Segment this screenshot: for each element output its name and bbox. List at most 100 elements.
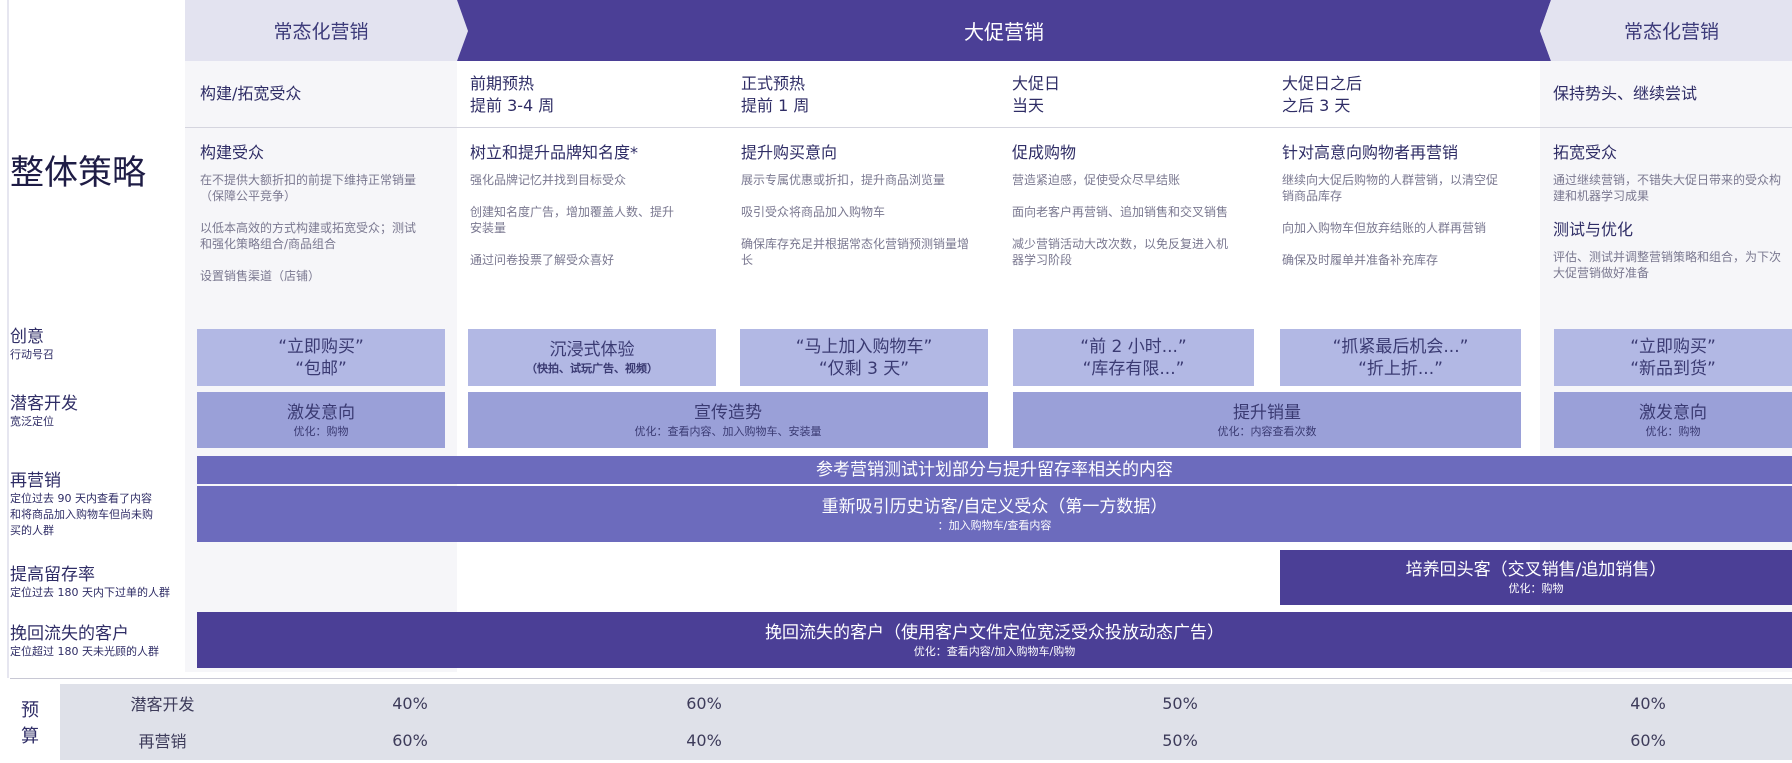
row-label-retention: 提高留存率 定位过去 180 天内下过单的人群	[10, 560, 190, 601]
row-label-retention-sub: 定位过去 180 天内下过单的人群	[10, 586, 170, 599]
strategy-5-item-0: 通过继续营销，不错失大促日带来的受众构建和机器学习成果	[1553, 173, 1782, 203]
creative-box-5-line1: “立即购买”	[1630, 336, 1716, 357]
creative-box-2-line1: “马上加入购物车”	[795, 336, 933, 357]
budget-row2-cell-0: 60%	[392, 730, 428, 750]
phase-2-line1: 正式预热	[741, 74, 806, 93]
phase-4-line2: 之后 3 天	[1282, 96, 1351, 115]
strategy-0: 构建受众 在不提供大额折扣的前提下维持正常销量（保障公平竞争） 以低本高效的方式…	[200, 139, 425, 284]
creative-box-0-line2: “包邮”	[295, 358, 347, 379]
prospecting-box-0-main: 激发意向	[287, 402, 355, 423]
row-label-creative-title: 创意	[10, 327, 44, 347]
row-label-remarketing-sub: 定位过去 90 天内查看了内容和将商品加入购物车但尚未购买的人群	[10, 492, 153, 537]
strategy-0-item-0: 在不提供大额折扣的前提下维持正常销量（保障公平竞争）	[200, 173, 417, 203]
phase-4: 大促日之后 之后 3 天	[1282, 73, 1532, 117]
prospecting-box-2: 提升销量 优化：内容查看次数	[1013, 392, 1521, 448]
budget-row2-cell-1: 40%	[686, 730, 722, 750]
creative-box-1-line2: （快拍、试玩广告、视频）	[526, 362, 658, 375]
phase-0-line1: 构建/拓宽受众	[200, 84, 302, 103]
strategy-2-title: 提升购买意向	[741, 143, 838, 162]
strategy-2-item-2: 确保库存充足并根据常态化营销预测销量增长	[741, 237, 970, 267]
row-label-winback-title: 挽回流失的客户	[10, 624, 129, 644]
strategy-1-item-1: 创建知名度广告，增加覆盖人数、提升安装量	[470, 205, 675, 235]
strategy-2-item-0: 展示专属优惠或折扣，提升商品浏览量	[741, 173, 946, 187]
strategy-3-item-1: 面向老客户再营销、追加销售和交叉销售	[1012, 205, 1229, 219]
phase-2-line2: 提前 1 周	[741, 96, 810, 115]
row-label-prospecting: 潜客开发 宽泛定位	[10, 389, 185, 430]
winback-box-main: 挽回流失的客户（使用客户文件定位宽泛受众投放动态广告）	[765, 622, 1224, 643]
creative-box-4-line1: “抓紧最后机会...”	[1332, 336, 1469, 357]
phase-divider	[185, 127, 1792, 128]
winback-box-sub: 优化：查看内容/加入购物车/购物	[913, 644, 1076, 658]
prospecting-box-3-main: 激发意向	[1639, 402, 1707, 423]
strategy-4-title: 针对高意向购物者再营销	[1282, 143, 1459, 162]
strategy-1-title: 树立和提升品牌知名度*	[470, 143, 639, 162]
remarketing-box-top-text: 参考营销测试计划部分与提升留存率相关的内容	[816, 460, 1173, 480]
remarketing-box-main: 重新吸引历史访客/自定义受众（第一方数据） ：加入购物车/查看内容	[197, 486, 1792, 542]
creative-box-4-line2: “折上折...”	[1358, 358, 1443, 379]
phase-4-line1: 大促日之后	[1282, 74, 1363, 93]
phase-0: 构建/拓宽受众	[200, 83, 450, 105]
header-right-tab: 常态化营销	[1623, 21, 1719, 43]
strategy-4-item-2: 确保及时履单并准备补充库存	[1282, 253, 1439, 267]
phase-5-line1: 保持势头、继续尝试	[1553, 84, 1698, 103]
remarketing-box-top: 参考营销测试计划部分与提升留存率相关的内容	[197, 456, 1792, 484]
row-label-prospecting-sub: 宽泛定位	[10, 415, 54, 428]
winback-box: 挽回流失的客户（使用客户文件定位宽泛受众投放动态广告） 优化：查看内容/加入购物…	[197, 612, 1792, 668]
budget-table-bg	[60, 684, 1792, 760]
row-label-creative: 创意 行动号召	[10, 322, 185, 363]
overall-strategy-title: 整体策略	[10, 153, 146, 193]
creative-box-3: “前 2 小时...” “库存有限...”	[1013, 329, 1254, 386]
creative-box-0: “立即购买” “包邮”	[197, 329, 445, 386]
creative-box-3-line2: “库存有限...”	[1082, 358, 1185, 379]
row-label-winback-sub: 定位超过 180 天未光顾的人群	[10, 645, 159, 658]
row-label-winback: 挽回流失的客户 定位超过 180 天未光顾的人群	[10, 619, 190, 660]
header-middle: 大促营销	[964, 20, 1044, 44]
budget-row1-label: 潜客开发	[130, 695, 195, 714]
phase-3-line1: 大促日	[1012, 74, 1061, 93]
strategy-4: 针对高意向购物者再营销 继续向大促后购物的人群营销，以清空促销商品库存 向加入购…	[1282, 139, 1507, 268]
row-label-creative-sub: 行动号召	[10, 348, 54, 361]
strategy-2-item-1: 吸引受众将商品加入购物车	[741, 205, 886, 219]
strategy-5: 拓宽受众 通过继续营销，不错失大促日带来的受众构建和机器学习成果 测试与优化 评…	[1553, 139, 1783, 281]
strategy-1: 树立和提升品牌知名度* 强化品牌记忆并找到目标受众 创建知名度广告，增加覆盖人数…	[470, 139, 685, 268]
strategy-3: 促成购物 营造紧迫感，促使受众尽早结账 面向老客户再营销、追加销售和交叉销售 减…	[1012, 139, 1237, 268]
budget-row2-cell-2: 50%	[1162, 730, 1198, 750]
prospecting-box-0-sub: 优化：购物	[293, 424, 349, 438]
prospecting-box-2-main: 提升销量	[1233, 402, 1301, 423]
phase-1-line1: 前期预热	[470, 74, 535, 93]
budget-row2-label: 再营销	[138, 732, 187, 751]
phase-3: 大促日 当天	[1012, 73, 1262, 117]
row-label-remarketing-title: 再营销	[10, 471, 61, 491]
row-label-retention-title: 提高留存率	[10, 565, 95, 585]
row-label-remarketing: 再营销 定位过去 90 天内查看了内容和将商品加入购物车但尚未购买的人群	[10, 466, 160, 539]
strategy-3-item-2: 减少营销活动大改次数，以免反复进入机器学习阶段	[1012, 237, 1229, 267]
remarketing-box-sub-text: ：加入购物车/查看内容	[937, 518, 1052, 532]
strategy-2: 提升购买意向 展示专属优惠或折扣，提升商品浏览量 吸引受众将商品加入购物车 确保…	[741, 139, 976, 268]
budget-top-rule	[10, 678, 1792, 679]
prospecting-box-1: 宣传造势 优化：查看内容、加入购物车、安装量	[468, 392, 988, 448]
phase-3-line2: 当天	[1012, 96, 1045, 115]
strategy-5-item2-0: 评估、测试并调整营销策略和组合，为下次大促营销做好准备	[1553, 250, 1782, 280]
creative-box-1: 沉浸式体验 （快拍、试玩广告、视频）	[468, 329, 716, 386]
budget-row1-cell-1: 60%	[686, 693, 722, 713]
creative-box-5-line2: “新品到货”	[1630, 358, 1716, 379]
prospecting-box-1-main: 宣传造势	[694, 402, 762, 423]
phase-1: 前期预热 提前 3-4 周	[470, 73, 720, 117]
budget-row1-cell-3: 40%	[1630, 693, 1666, 713]
retention-box: 培养回头客（交叉销售/追加销售） 优化：购物	[1280, 550, 1792, 605]
prospecting-box-2-sub: 优化：内容查看次数	[1217, 424, 1317, 438]
creative-box-2-line2: “仅剩 3 天”	[818, 358, 910, 379]
prospecting-box-3: 激发意向 优化：购物	[1554, 392, 1792, 448]
strategy-1-item-0: 强化品牌记忆并找到目标受众	[470, 173, 627, 187]
creative-box-1-line1: 沉浸式体验	[549, 340, 635, 360]
creative-box-4: “抓紧最后机会...” “折上折...”	[1280, 329, 1521, 386]
budget-label: 预 算	[18, 696, 42, 748]
prospecting-box-0: 激发意向 优化：购物	[197, 392, 445, 448]
budget-row1-cell-0: 40%	[392, 693, 428, 713]
budget-row1-cell-2: 50%	[1162, 693, 1198, 713]
strategy-5-title: 拓宽受众	[1553, 143, 1618, 162]
budget-label-bottom: 算	[21, 726, 39, 747]
prospecting-box-3-sub: 优化：购物	[1645, 424, 1701, 438]
strategy-1-item-2: 通过问卷投票了解受众喜好	[470, 253, 615, 267]
left-rule	[7, 0, 9, 678]
